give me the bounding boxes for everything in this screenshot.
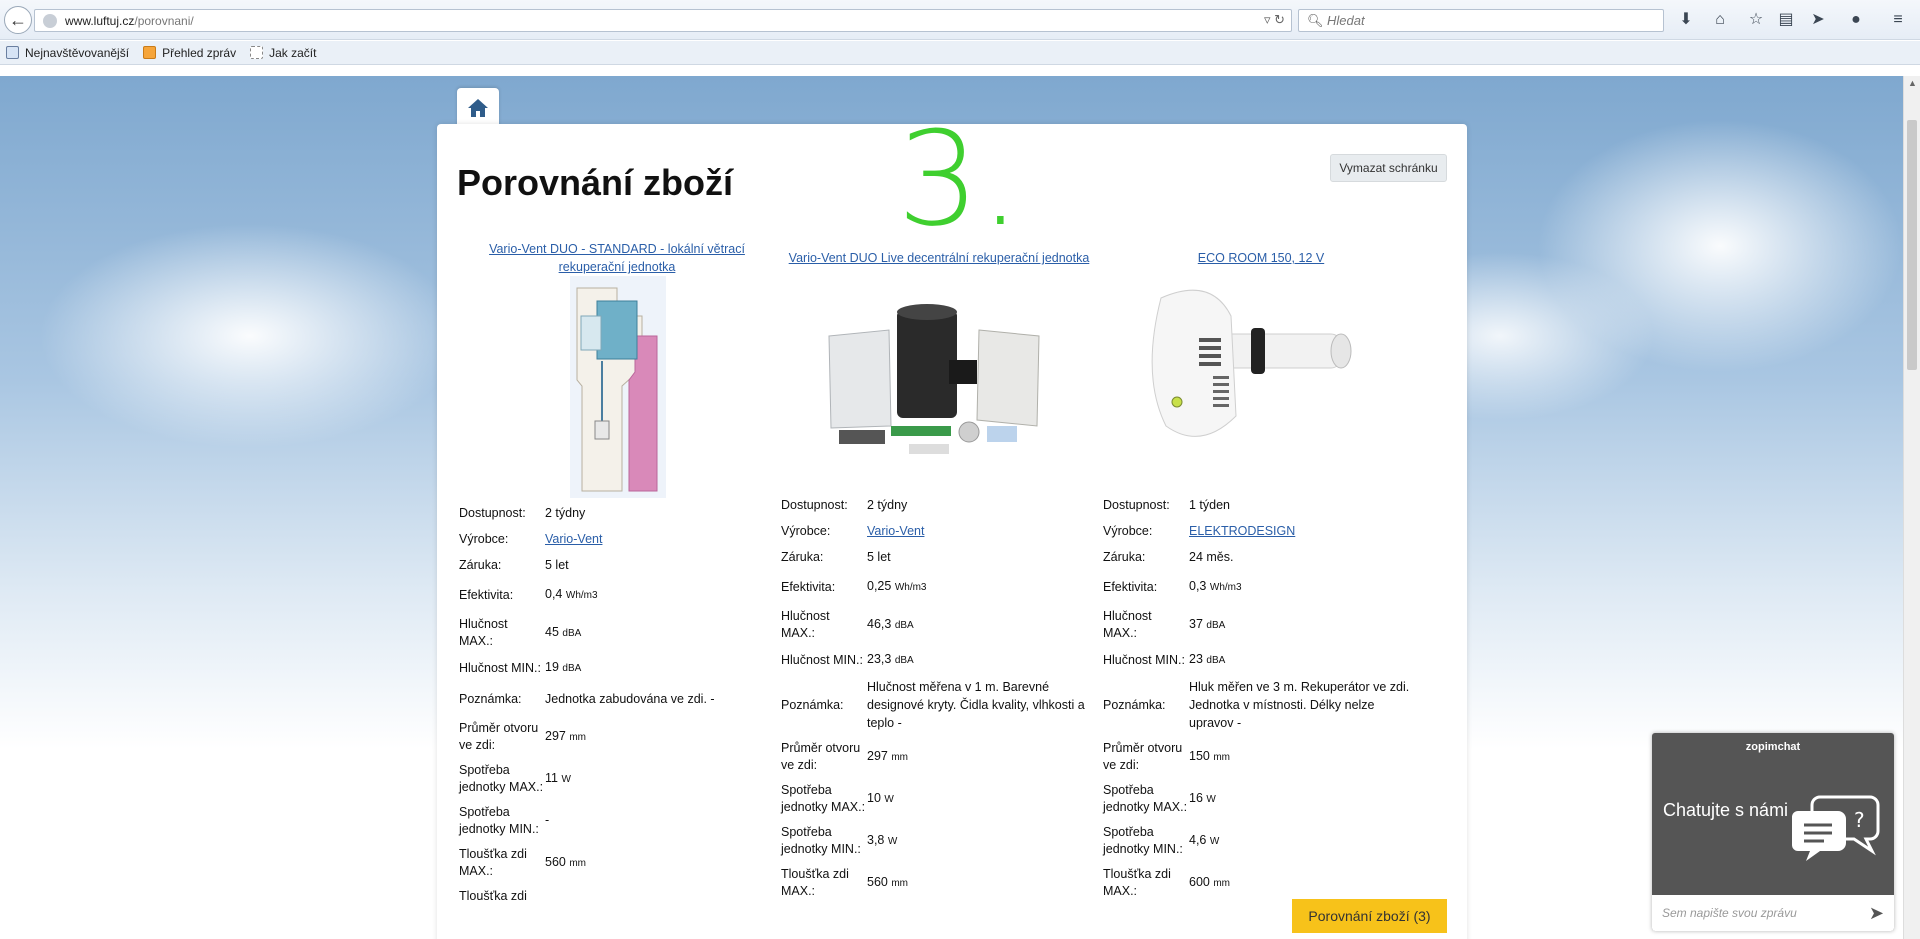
product-image[interactable]: [457, 276, 777, 500]
url-host: www.luftuj.cz: [65, 13, 135, 28]
arrow-left-icon: ←: [9, 9, 27, 30]
table-row: Záruka: 5 let: [459, 557, 569, 573]
browser-toolbar: ← www.luftuj.cz/porovnani/ ▿ ↻ 🔍︎ Hledat…: [0, 0, 1920, 40]
maker-link[interactable]: Vario-Vent: [545, 532, 602, 546]
comparison-panel: Porovnání zboží 3. Vymazat schránku Vari…: [437, 114, 1467, 939]
table-row: Průměr otvoru ve zdi: 297 mm: [781, 741, 909, 772]
table-row: Tloušťka zdi MAX.: 560 mm: [781, 867, 909, 898]
page-viewport: Porovnání zboží 3. Vymazat schránku Vari…: [0, 76, 1903, 939]
star-icon[interactable]: ☆: [1746, 10, 1766, 30]
reading-list-icon[interactable]: ▤: [1776, 10, 1796, 30]
table-row: Hlučnost MAX.: 46,3 dBA: [781, 609, 914, 640]
table-row: Tloušťka zdi: [459, 889, 527, 903]
menu-icon[interactable]: ≡: [1888, 10, 1908, 30]
bookmark-most-visited[interactable]: Nejnavštěvovanější: [6, 46, 129, 60]
table-row: Dostupnost: 2 týdny: [459, 505, 586, 521]
table-row: Výrobce: Vario-Vent: [781, 523, 925, 539]
maker-link[interactable]: Vario-Vent: [867, 524, 924, 538]
product-link[interactable]: Vario-Vent DUO - STANDARD - lokální větr…: [457, 240, 777, 276]
table-row: Poznámka: Hlučnost měřena v 1 m. Barevné …: [781, 680, 1085, 730]
search-input[interactable]: 🔍︎ Hledat: [1298, 9, 1664, 32]
table-row: Spotřeba jednotky MIN.: 3,8 W: [781, 825, 898, 856]
product-image[interactable]: [1101, 276, 1421, 500]
url-path: /porovnani/: [134, 13, 194, 28]
home-icon[interactable]: ⌂: [1710, 10, 1730, 30]
compare-products-button[interactable]: Porovnání zboží (3): [1292, 899, 1447, 933]
chat-brand: zopimchat: [1745, 741, 1801, 753]
maker-link[interactable]: ELEKTRODESIGN: [1189, 524, 1295, 538]
vertical-scrollbar[interactable]: ▲: [1903, 76, 1920, 939]
product-image[interactable]: [779, 276, 1099, 500]
chat-icon[interactable]: ●: [1846, 10, 1866, 30]
table-row: Spotřeba jednotky MAX.: 11 W: [459, 763, 571, 794]
table-row: Hlučnost MAX.: 37 dBA: [1103, 609, 1226, 640]
page-title: Porovnání zboží: [457, 162, 734, 203]
table-row: Spotřeba jednotky MIN.: 4,6 W: [1103, 825, 1220, 856]
bookmarks-bar: Nejnavštěvovanější Přehled zpráv Jak zač…: [0, 41, 1920, 65]
chat-input[interactable]: Sem napište svou zprávu ➤: [1652, 895, 1894, 931]
table-row: Tloušťka zdi MAX.: 560 mm: [459, 847, 587, 878]
rss-icon: [143, 46, 157, 59]
search-placeholder: Hledat: [1327, 13, 1365, 28]
back-button[interactable]: ←: [4, 6, 32, 34]
chat-message: Chatujte s námi: [1663, 800, 1789, 820]
table-row: Výrobce: ELEKTRODESIGN: [1103, 523, 1296, 539]
table-row: Efektivita: 0,3 Wh/m3: [1103, 579, 1242, 594]
specs-table: Dostupnost: 2 týdny Výrobce: Vario-Vent Zá…: [779, 492, 1089, 904]
table-row: Záruka: 24 měs.: [1103, 549, 1234, 565]
table-row: Hlučnost MIN.: 23 dBA: [1103, 652, 1226, 667]
product-link[interactable]: Vario-Vent DUO Live decentrální rekupera…: [779, 240, 1099, 276]
step-number: 3.: [897, 103, 1022, 255]
table-row: Spotřeba jednotky MIN.: -: [459, 805, 550, 836]
table-row: Hlučnost MAX.: 45 dBA: [459, 617, 582, 648]
product-column-2: Vario-Vent DUO Live decentrální rekupera…: [779, 240, 1099, 904]
product-column-3: ECO ROOM 150, 12 V Dostupnost: 1 týden Vý: [1101, 240, 1421, 904]
product-link[interactable]: ECO ROOM 150, 12 V: [1101, 240, 1421, 276]
globe-icon: [43, 13, 57, 28]
download-icon[interactable]: ⬇: [1676, 10, 1696, 30]
chat-bubble-icon: ?: [1792, 795, 1880, 861]
home-button[interactable]: [457, 88, 499, 128]
svg-text:?: ?: [1854, 808, 1865, 832]
table-row: Průměr otvoru ve zdi: 297 mm: [459, 721, 587, 752]
table-row: Záruka: 5 let: [781, 549, 891, 565]
table-row: Efektivita: 0,25 Wh/m3: [781, 579, 927, 594]
bookmark-getting-started[interactable]: Jak začít: [250, 46, 316, 60]
address-bar[interactable]: www.luftuj.cz/porovnani/ ▿ ↻: [34, 9, 1292, 32]
scroll-up-icon[interactable]: ▲: [1908, 78, 1917, 88]
table-row: Hlučnost MIN.: 23,3 dBA: [781, 652, 914, 667]
bookmark-icon: [6, 46, 19, 59]
table-row: Průměr otvoru ve zdi: 150 mm: [1103, 741, 1231, 772]
bookmark-news[interactable]: Přehled zpráv: [143, 46, 236, 60]
table-row: Hlučnost MIN.: 19 dBA: [459, 660, 582, 675]
scrollbar-thumb[interactable]: [1907, 120, 1917, 370]
page-icon: [250, 46, 264, 59]
table-row: Efektivita: 0,4 Wh/m3: [459, 587, 598, 602]
specs-table: Dostupnost: 2 týdny Výrobce: Vario-Vent Zá…: [457, 500, 767, 909]
reload-icon[interactable]: ▿ ↻: [1264, 12, 1285, 28]
table-row: Spotřeba jednotky MAX.: 16 W: [1103, 783, 1216, 814]
search-icon: 🔍︎: [1307, 13, 1324, 28]
table-row: Výrobce: Vario-Vent: [459, 531, 603, 547]
send-icon[interactable]: ➤: [1869, 903, 1884, 924]
specs-table: Dostupnost: 1 týden Výrobce: ELEKTRODESIGN…: [1101, 492, 1411, 904]
share-icon[interactable]: ➤: [1808, 10, 1828, 30]
browser-window: ← www.luftuj.cz/porovnani/ ▿ ↻ 🔍︎ Hledat…: [0, 0, 1920, 939]
clear-clipboard-button[interactable]: Vymazat schránku: [1330, 154, 1447, 182]
table-row: Poznámka: Hluk měřen ve 3 m. Rekuperátor …: [1103, 680, 1410, 730]
table-row: Spotřeba jednotky MAX.: 10 W: [781, 783, 894, 814]
table-row: Tloušťka zdi MAX.: 600 mm: [1103, 867, 1231, 898]
table-row: Poznámka: Jednotka zabudována ve zdi. -: [459, 691, 715, 707]
home-icon: [468, 99, 488, 117]
product-column-1: Vario-Vent DUO - STANDARD - lokální větr…: [457, 240, 777, 909]
chat-widget[interactable]: zopimchat Chatujte s námi ? Sem napište …: [1652, 733, 1894, 931]
